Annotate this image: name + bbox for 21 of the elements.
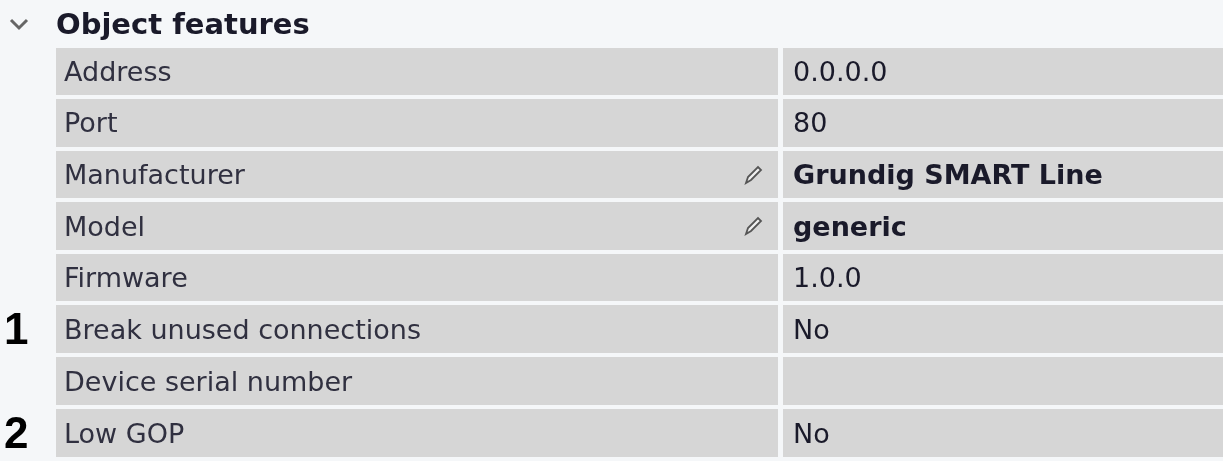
property-value-cell: 80 — [783, 99, 1223, 147]
property-value-cell: No — [783, 409, 1223, 458]
property-name-cell: Firmware — [56, 253, 778, 302]
section-title: Object features — [56, 6, 310, 41]
callout-number: 2 — [3, 408, 29, 459]
property-name-cell: Address — [56, 47, 778, 96]
property-value-cell: Grundig SMART Line — [783, 150, 1223, 199]
pencil-icon[interactable] — [742, 215, 764, 238]
pencil-icon[interactable] — [742, 163, 764, 186]
collapse-chevron-icon[interactable] — [8, 16, 30, 31]
property-name-cell: Port — [56, 99, 778, 147]
property-value-cell: generic — [783, 202, 1223, 250]
property-name-cell: Low GOP — [56, 409, 778, 458]
property-name-cell: Manufacturer — [56, 150, 778, 199]
property-value-cell: 1.0.0 — [783, 253, 1223, 302]
property-name-cell: Device serial number — [56, 357, 778, 406]
property-value-cell: No — [783, 305, 1223, 354]
property-name-cell: Break unused connections — [56, 305, 778, 354]
property-name-cell: Model — [56, 202, 778, 250]
callout-number: 1 — [3, 304, 29, 355]
property-value-cell: 0.0.0.0 — [783, 47, 1223, 96]
